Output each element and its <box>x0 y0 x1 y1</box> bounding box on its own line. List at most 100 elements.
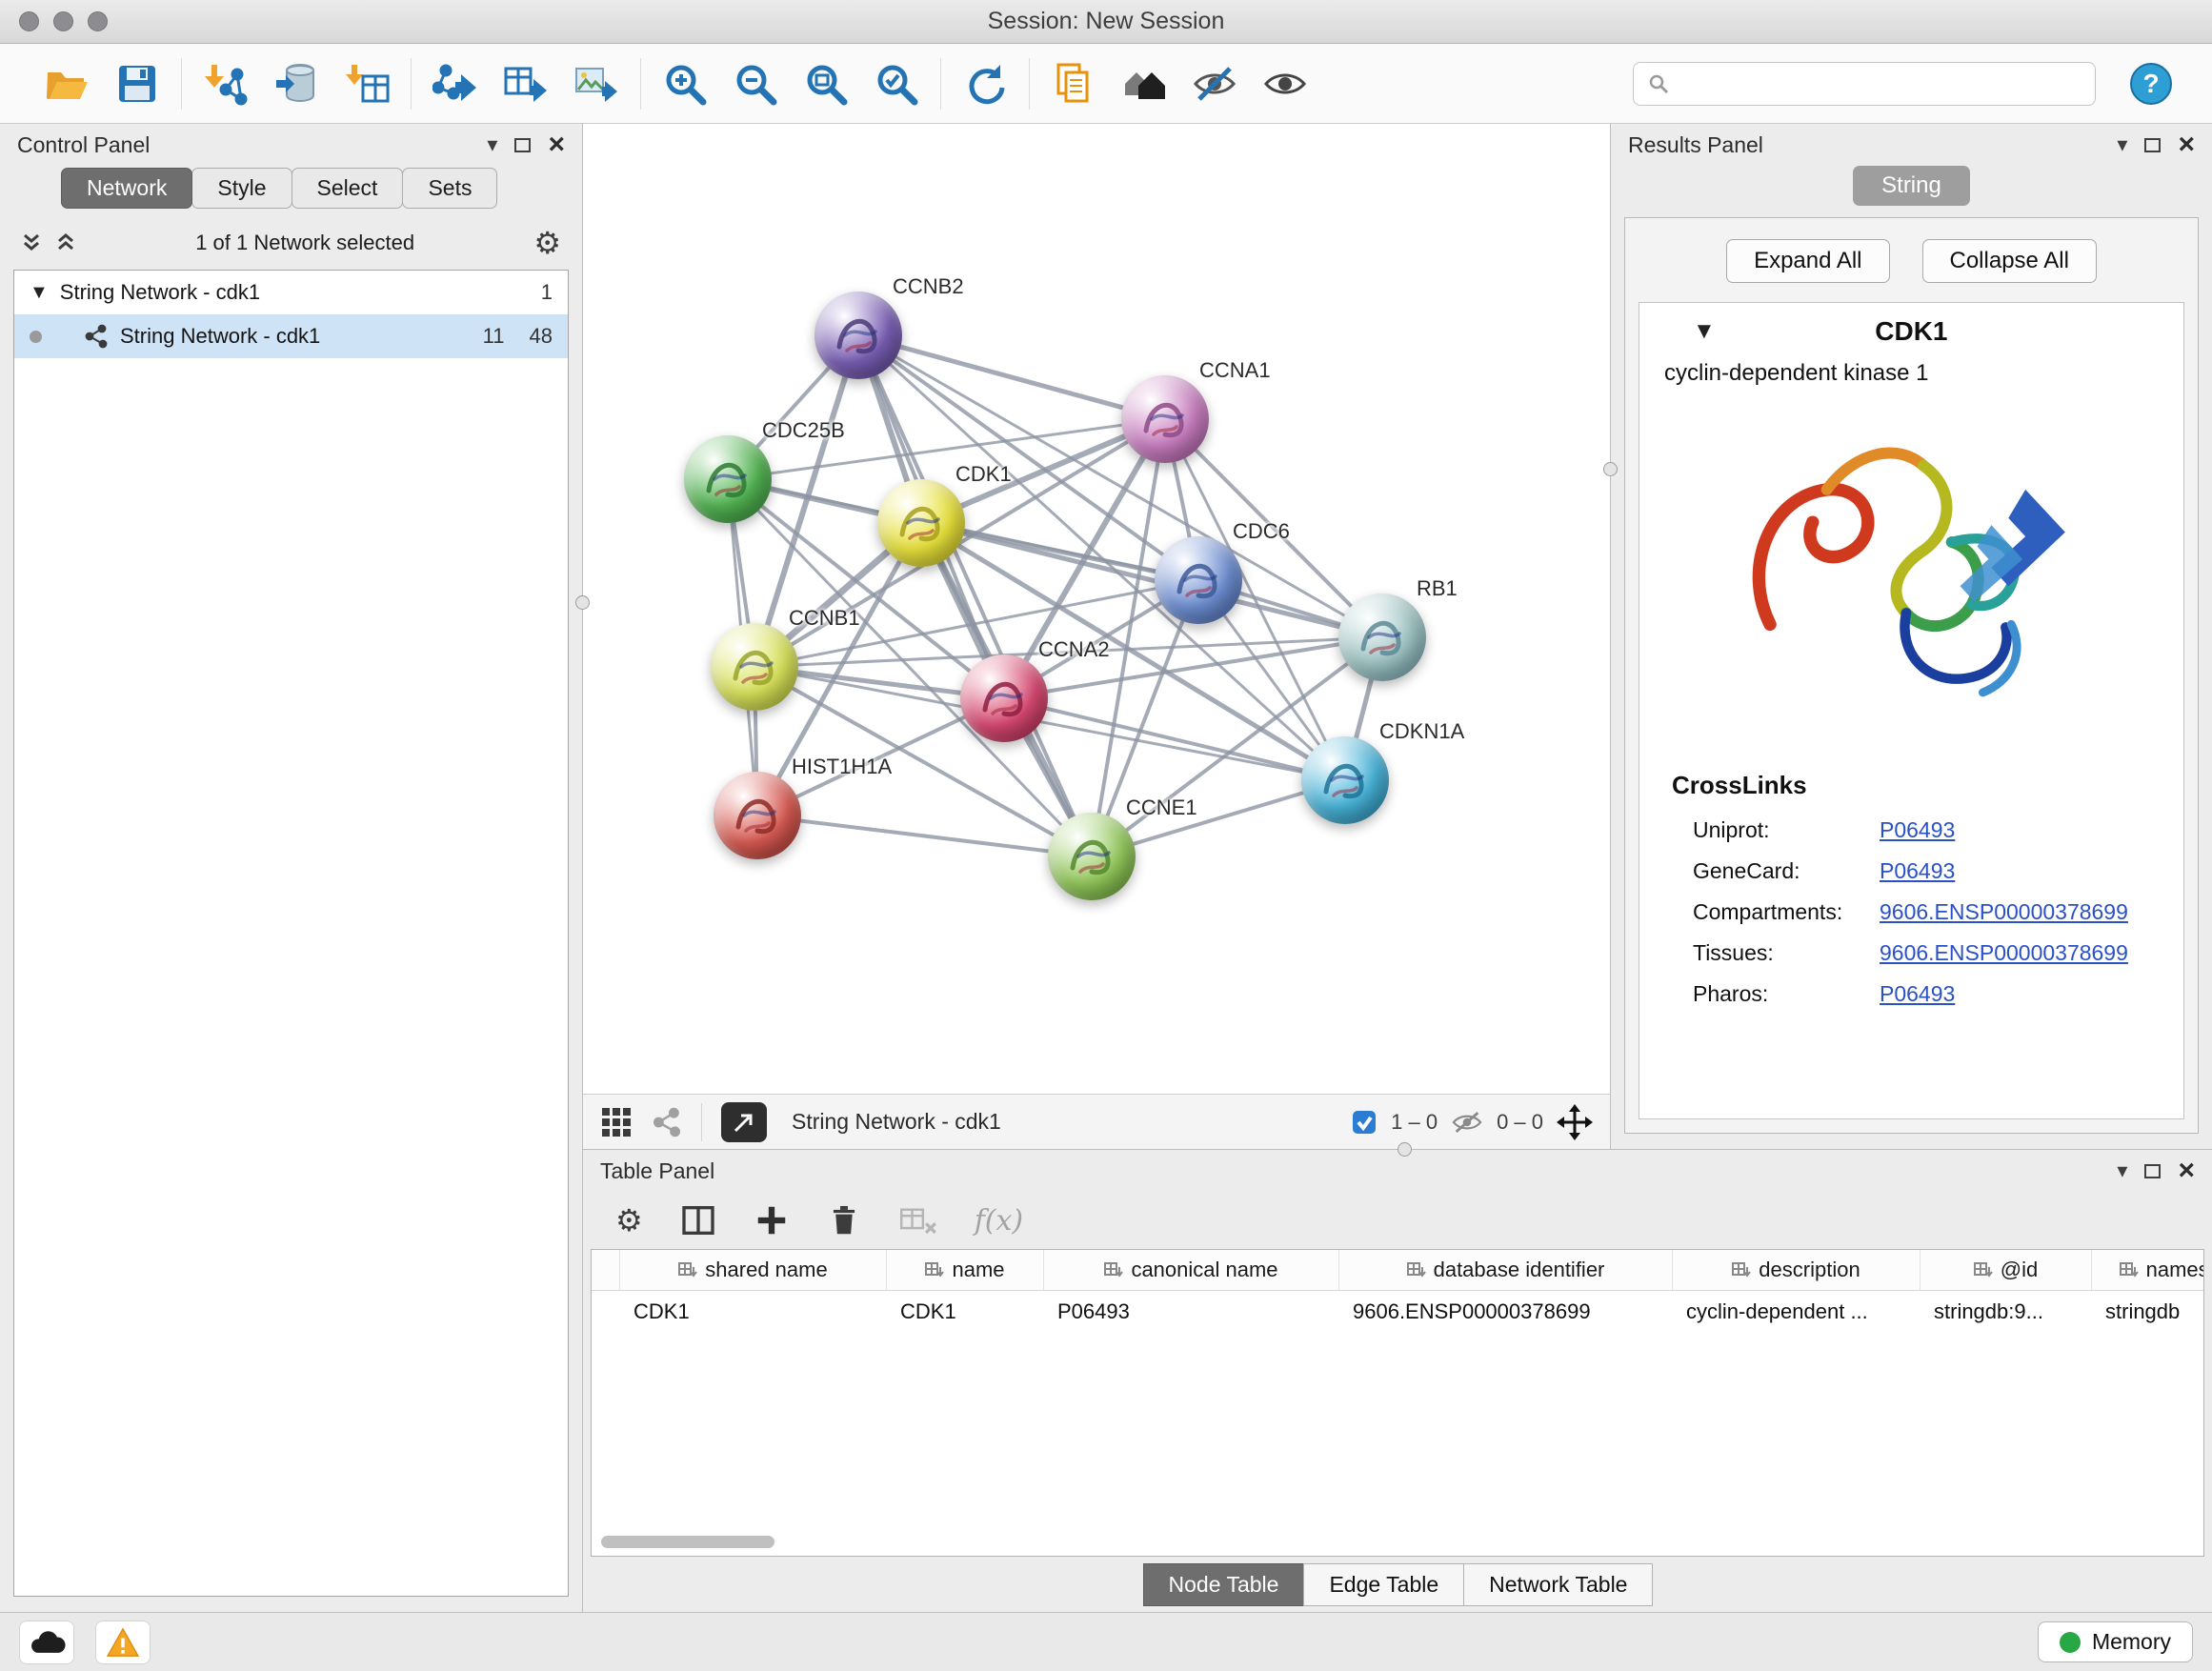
crosslink-link[interactable]: 9606.ENSP00000378699 <box>1880 899 2128 925</box>
network-share-icon[interactable] <box>652 1107 682 1137</box>
home-networks-icon[interactable] <box>1116 55 1173 112</box>
panel-menu-caret-icon[interactable]: ▾ <box>487 134 497 155</box>
tab-edge-table[interactable]: Edge Table <box>1303 1563 1464 1606</box>
copy-document-icon[interactable] <box>1045 55 1102 112</box>
zoom-selected-icon[interactable] <box>868 55 925 112</box>
expand-all-icon[interactable] <box>55 232 76 254</box>
network-edge[interactable] <box>757 815 1092 856</box>
show-details-eye-icon[interactable] <box>1257 55 1314 112</box>
memory-button[interactable]: Memory <box>2038 1621 2193 1662</box>
hidden-items-eye-icon[interactable] <box>1451 1110 1483 1135</box>
minimize-window-button[interactable] <box>53 11 73 31</box>
table-options-gear-icon[interactable]: ⚙ <box>615 1205 643 1236</box>
network-node-CCNA1[interactable] <box>1121 375 1209 463</box>
network-node-CCNB1[interactable] <box>711 623 798 711</box>
network-node-CDKN1A[interactable] <box>1301 736 1389 824</box>
network-options-gear-icon[interactable]: ⚙ <box>533 228 561 258</box>
network-node-CCNE1[interactable] <box>1048 813 1136 900</box>
import-table-icon[interactable] <box>338 55 395 112</box>
table-cell[interactable]: CDK1 <box>620 1291 887 1333</box>
close-window-button[interactable] <box>19 11 39 31</box>
table-cell[interactable]: cyclin-dependent ... <box>1673 1291 1920 1333</box>
tab-node-table[interactable]: Node Table <box>1143 1563 1305 1606</box>
open-in-new-window-icon[interactable] <box>721 1102 767 1142</box>
function-builder-icon[interactable]: f(x) <box>975 1204 1023 1238</box>
column-header-name[interactable]: name <box>887 1250 1044 1290</box>
pan-move-icon[interactable] <box>1557 1104 1593 1140</box>
crosslink-link[interactable]: P06493 <box>1880 817 1955 843</box>
crosslink-link[interactable]: P06493 <box>1880 858 1955 884</box>
tab-string[interactable]: String <box>1853 166 1970 206</box>
tab-network[interactable]: Network <box>61 168 192 209</box>
column-header-shared-name[interactable]: shared name <box>620 1250 887 1290</box>
column-header-description[interactable]: description <box>1673 1250 1920 1290</box>
table-cell[interactable]: stringdb <box>2092 1291 2204 1333</box>
table-cell[interactable]: CDK1 <box>887 1291 1044 1333</box>
column-header-namespace[interactable]: namespace <box>2092 1250 2204 1290</box>
collapse-all-button[interactable]: Collapse All <box>1922 239 2097 283</box>
zoom-fit-icon[interactable] <box>797 55 855 112</box>
save-session-icon[interactable] <box>109 55 166 112</box>
column-header--id[interactable]: @id <box>1920 1250 2092 1290</box>
column-header-database-identifier[interactable]: database identifier <box>1339 1250 1673 1290</box>
collection-disclosure-icon[interactable]: ▼ <box>30 282 49 304</box>
tab-style[interactable]: Style <box>191 168 292 209</box>
network-node-CCNB2[interactable] <box>814 292 902 379</box>
network-node-CDK1[interactable] <box>877 479 965 567</box>
float-panel-icon[interactable] <box>514 138 531 152</box>
float-panel-icon[interactable] <box>2144 1164 2161 1178</box>
add-column-icon[interactable] <box>754 1202 790 1238</box>
panel-menu-caret-icon[interactable]: ▾ <box>2117 134 2127 155</box>
crosslink-link[interactable]: 9606.ENSP00000378699 <box>1880 940 2128 966</box>
zoom-in-icon[interactable] <box>656 55 714 112</box>
export-network-icon[interactable] <box>427 55 484 112</box>
close-panel-icon[interactable]: × <box>2178 133 2195 156</box>
close-panel-icon[interactable]: × <box>548 133 565 156</box>
zoom-out-icon[interactable] <box>727 55 784 112</box>
table-cell[interactable]: P06493 <box>1044 1291 1339 1333</box>
table-cell[interactable]: 9606.ENSP00000378699 <box>1339 1291 1673 1333</box>
network-node-HIST1H1A[interactable] <box>714 772 801 859</box>
collapse-all-icon[interactable] <box>21 232 42 254</box>
selected-nodes-checkbox-icon[interactable] <box>1351 1109 1377 1136</box>
table-splitter-handle[interactable] <box>1398 1142 1412 1157</box>
network-canvas[interactable]: CCNB2 CCNA1 CDC25B CDK1 CDC6 <box>583 124 1610 1094</box>
hide-details-eye-icon[interactable] <box>1186 55 1243 112</box>
expand-all-button[interactable]: Expand All <box>1726 239 1889 283</box>
tab-select[interactable]: Select <box>292 168 404 209</box>
warning-icon[interactable] <box>95 1621 151 1664</box>
horizontal-scrollbar[interactable] <box>601 1536 774 1548</box>
export-table-icon[interactable] <box>497 55 554 112</box>
network-edge[interactable] <box>858 335 1092 856</box>
delete-table-icon[interactable] <box>898 1201 938 1239</box>
search-input[interactable] <box>1679 70 2081 97</box>
close-panel-icon[interactable]: × <box>2178 1159 2195 1182</box>
right-splitter-handle[interactable] <box>1603 462 1618 476</box>
network-node-CDC6[interactable] <box>1155 536 1242 624</box>
help-icon[interactable]: ? <box>2122 55 2180 112</box>
zoom-window-button[interactable] <box>88 11 108 31</box>
import-network-database-icon[interactable] <box>268 55 325 112</box>
panel-menu-caret-icon[interactable]: ▾ <box>2117 1160 2127 1181</box>
table-row[interactable]: CDK1CDK1P064939606.ENSP00000378699cyclin… <box>592 1291 2203 1333</box>
network-node-CCNA2[interactable] <box>960 654 1048 742</box>
crosslink-link[interactable]: P06493 <box>1880 981 1955 1007</box>
import-network-file-icon[interactable] <box>197 55 254 112</box>
left-splitter-handle[interactable] <box>575 595 590 610</box>
network-node-RB1[interactable] <box>1338 594 1426 681</box>
export-image-icon[interactable] <box>568 55 625 112</box>
tab-network-table[interactable]: Network Table <box>1463 1563 1653 1606</box>
tab-sets[interactable]: Sets <box>402 168 497 209</box>
delete-column-icon[interactable] <box>826 1202 862 1238</box>
column-header-canonical-name[interactable]: canonical name <box>1044 1250 1339 1290</box>
apply-layout-icon[interactable] <box>956 55 1014 112</box>
show-columns-icon[interactable] <box>679 1201 717 1239</box>
open-session-icon[interactable] <box>38 55 95 112</box>
cloud-status-icon[interactable] <box>19 1621 74 1664</box>
search-field[interactable] <box>1633 62 2096 106</box>
network-collection-row[interactable]: ▼ String Network - cdk1 1 <box>14 271 568 314</box>
grid-view-icon[interactable] <box>600 1106 633 1138</box>
network-row[interactable]: String Network - cdk1 11 48 <box>14 314 568 358</box>
gene-disclosure-icon[interactable]: ▼ <box>1693 318 1716 345</box>
float-panel-icon[interactable] <box>2144 138 2161 152</box>
